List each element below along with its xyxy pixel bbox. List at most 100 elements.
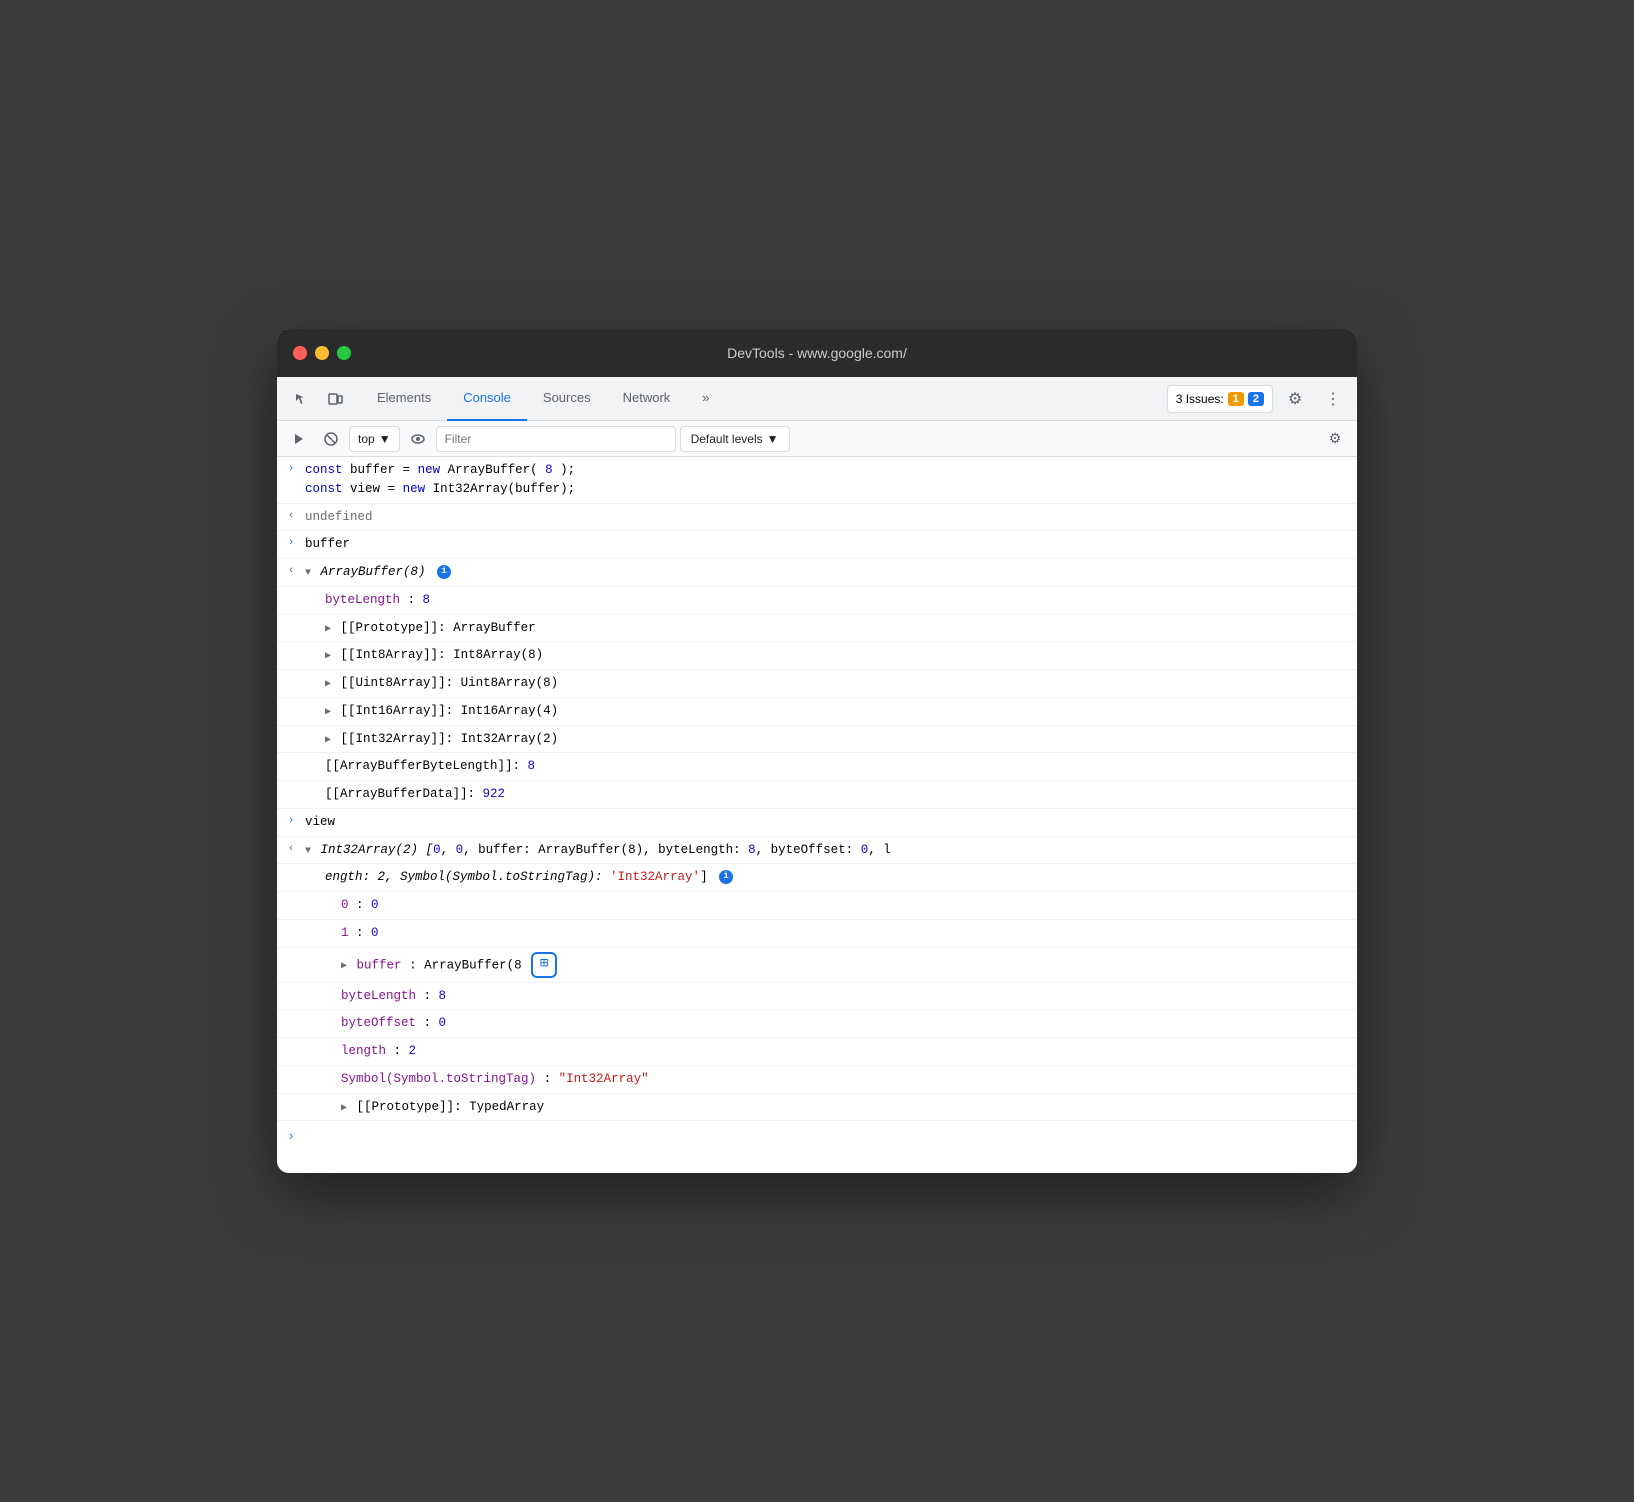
row-content: ▶ [[Prototype]]: TypedArray [305, 1096, 1357, 1119]
filter-input[interactable] [436, 426, 676, 452]
collapse-arrow[interactable]: ▼ [305, 566, 311, 581]
row-content: length : 2 [305, 1040, 1357, 1063]
console-row: ‹ undefined [277, 504, 1357, 532]
tooltip-icon[interactable]: ⊞ [531, 952, 557, 978]
row-content: ▶ [[Int8Array]]: Int8Array(8) [305, 644, 1357, 667]
levels-selector[interactable]: Default levels ▼ [680, 426, 790, 452]
row-gutter [277, 617, 305, 619]
row-gutter [277, 589, 305, 591]
expand-arrow[interactable]: ▶ [325, 622, 331, 637]
expand-arrow[interactable]: ▶ [341, 1101, 347, 1116]
row-content: ▶ [[Prototype]]: ArrayBuffer [305, 617, 1357, 640]
devtools-window: DevTools - www.google.com/ Elements Cons… [277, 329, 1357, 1173]
eye-button[interactable] [404, 425, 432, 453]
row-gutter [277, 672, 305, 674]
row-gutter: ‹ [277, 839, 305, 858]
prompt-row: › [277, 1121, 1357, 1153]
row-content: ▼ ArrayBuffer(8) i [305, 561, 1357, 584]
console-settings-button[interactable]: ⚙ [1321, 425, 1349, 453]
console-row: Symbol(Symbol.toStringTag) : "Int32Array… [277, 1066, 1357, 1094]
window-title: DevTools - www.google.com/ [727, 345, 907, 361]
row-content: ▶ [[Uint8Array]]: Uint8Array(8) [305, 672, 1357, 695]
collapse-arrow[interactable]: ▼ [305, 844, 311, 859]
row-gutter [277, 783, 305, 785]
tab-elements[interactable]: Elements [361, 377, 447, 421]
info-count: 2 [1248, 392, 1264, 406]
issues-badge[interactable]: 3 Issues: 1 2 [1167, 385, 1273, 413]
row-content: [[ArrayBufferByteLength]]: 8 [305, 755, 1357, 778]
row-content: byteLength : 8 [305, 589, 1357, 612]
warning-count: 1 [1228, 392, 1244, 406]
row-content: undefined [305, 506, 1357, 529]
console-row: byteOffset : 0 [277, 1010, 1357, 1038]
row-gutter [277, 1068, 305, 1070]
console-row: [[ArrayBufferData]]: 922 [277, 781, 1357, 809]
row-content: ▶ buffer : ArrayBuffer(8 ⊞ [305, 950, 1357, 980]
console-row: [[ArrayBufferByteLength]]: 8 [277, 753, 1357, 781]
console-row: ▶ [[Prototype]]: TypedArray [277, 1094, 1357, 1122]
row-content: byteOffset : 0 [305, 1012, 1357, 1035]
run-button[interactable] [285, 425, 313, 453]
console-row: ▶ [[Prototype]]: ArrayBuffer [277, 615, 1357, 643]
console-row: ength: 2, Symbol(Symbol.toStringTag): 'I… [277, 864, 1357, 892]
row-content: 1 : 0 [305, 922, 1357, 945]
row-content: ▶ [[Int16Array]]: Int16Array(4) [305, 700, 1357, 723]
console-row: ▶ buffer : ArrayBuffer(8 ⊞ [277, 948, 1357, 983]
info-icon[interactable]: i [719, 870, 733, 884]
device-toolbar-button[interactable] [319, 383, 351, 415]
row-gutter: › [277, 459, 305, 478]
console-row: › buffer [277, 531, 1357, 559]
titlebar: DevTools - www.google.com/ [277, 329, 1357, 377]
toolbar-right: 3 Issues: 1 2 ⚙ ⋮ [1167, 383, 1349, 415]
tab-bar: Elements Console Sources Network » [361, 377, 726, 420]
clear-button[interactable] [317, 425, 345, 453]
console-row: ‹ ▼ ArrayBuffer(8) i [277, 559, 1357, 587]
console-row: 1 : 0 [277, 920, 1357, 948]
prompt-gutter: › [277, 1127, 305, 1147]
row-gutter [277, 728, 305, 730]
tab-network[interactable]: Network [607, 377, 687, 421]
expand-arrow[interactable]: ▶ [341, 959, 347, 974]
context-selector[interactable]: top ▼ [349, 426, 400, 452]
console-row: › const buffer = new ArrayBuffer( 8 ); c… [277, 457, 1357, 504]
row-gutter: ‹ [277, 506, 305, 525]
window-controls [293, 346, 351, 360]
row-gutter [277, 866, 305, 868]
more-options-button[interactable]: ⋮ [1317, 383, 1349, 415]
main-toolbar: Elements Console Sources Network » 3 Iss… [277, 377, 1357, 421]
row-gutter: ‹ [277, 561, 305, 580]
tab-more[interactable]: » [686, 377, 725, 421]
row-content: [[ArrayBufferData]]: 922 [305, 783, 1357, 806]
row-gutter [277, 985, 305, 987]
console-row: › view [277, 809, 1357, 837]
expand-arrow[interactable]: ▶ [325, 677, 331, 692]
expand-arrow[interactable]: ▶ [325, 705, 331, 720]
row-gutter [277, 644, 305, 646]
row-content: 0 : 0 [305, 894, 1357, 917]
expand-arrow[interactable]: ▶ [325, 733, 331, 748]
info-icon[interactable]: i [437, 565, 451, 579]
tab-console[interactable]: Console [447, 377, 527, 421]
tab-sources[interactable]: Sources [527, 377, 607, 421]
console-row: ‹ ▼ Int32Array(2) [0, 0, buffer: ArrayBu… [277, 837, 1357, 865]
settings-button[interactable]: ⚙ [1279, 383, 1311, 415]
row-gutter [277, 1012, 305, 1014]
row-gutter [277, 1096, 305, 1098]
row-gutter [277, 922, 305, 924]
console-row: ▶ [[Uint8Array]]: Uint8Array(8) [277, 670, 1357, 698]
row-content: ength: 2, Symbol(Symbol.toStringTag): 'I… [305, 866, 1357, 889]
console-row: ▶ [[Int16Array]]: Int16Array(4) [277, 698, 1357, 726]
maximize-button[interactable] [337, 346, 351, 360]
inspect-element-button[interactable] [285, 383, 317, 415]
row-content: ▶ [[Int32Array]]: Int32Array(2) [305, 728, 1357, 751]
row-gutter [277, 1040, 305, 1042]
row-content: ▼ Int32Array(2) [0, 0, buffer: ArrayBuff… [305, 839, 1357, 862]
row-content: buffer [305, 533, 1357, 556]
close-button[interactable] [293, 346, 307, 360]
minimize-button[interactable] [315, 346, 329, 360]
expand-arrow[interactable]: ▶ [325, 649, 331, 664]
row-gutter: › [277, 811, 305, 830]
console-row: length : 2 [277, 1038, 1357, 1066]
row-gutter: › [277, 533, 305, 552]
console-row: ▶ [[Int8Array]]: Int8Array(8) [277, 642, 1357, 670]
